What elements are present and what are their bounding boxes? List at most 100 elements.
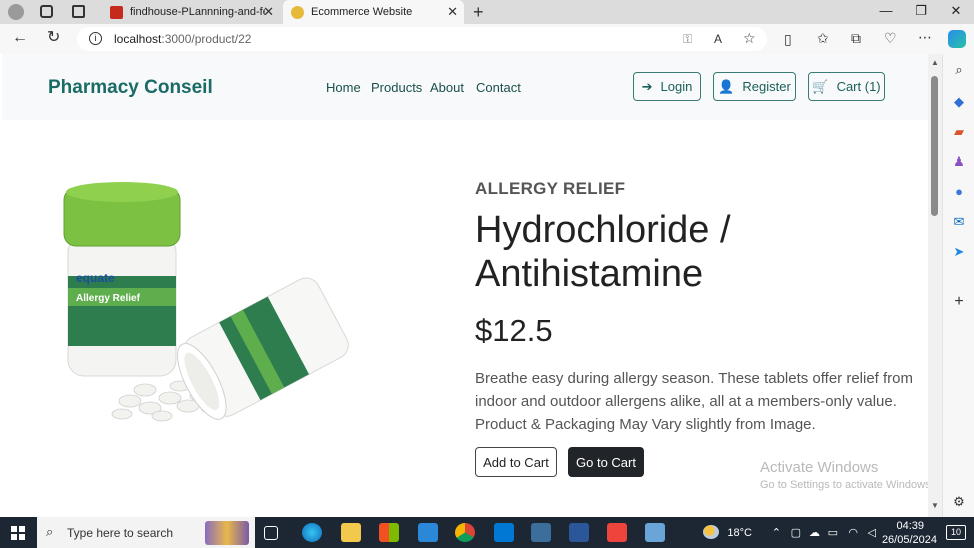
page-scrollbar[interactable]: ▲ ▼ bbox=[928, 54, 942, 517]
product-category: ALLERGY RELIEF bbox=[475, 179, 626, 198]
windows-taskbar: ⌕ Type here to search 18°C ⌃ ▢ ☁ ▭ ◠ ◁ 0… bbox=[0, 517, 974, 548]
back-icon[interactable]: ← bbox=[12, 30, 28, 46]
tools-icon[interactable]: ▰ bbox=[951, 124, 967, 140]
settings-gear-icon[interactable]: ⚙ bbox=[951, 494, 967, 510]
meet-icon[interactable]: ▢ bbox=[791, 526, 801, 539]
image-brand-text: equate bbox=[76, 271, 115, 285]
show-hidden-icons-icon[interactable]: ⌃ bbox=[772, 526, 781, 539]
image-label-text: Allergy Relief bbox=[76, 293, 141, 304]
search-icon[interactable]: ⌕ bbox=[951, 62, 967, 78]
profile-icon[interactable] bbox=[8, 4, 24, 20]
activate-windows-title: Activate Windows bbox=[760, 459, 879, 476]
url-bar[interactable]: i localhost:3000/product/22 ⚿ A ☆ bbox=[77, 27, 767, 51]
register-button[interactable]: 👤 Register bbox=[713, 72, 796, 101]
file-explorer-icon[interactable] bbox=[341, 523, 361, 542]
anydesk-icon[interactable] bbox=[607, 523, 627, 542]
site-brand-link[interactable]: Pharmacy Conseil bbox=[48, 77, 213, 99]
microsoft-store-icon[interactable] bbox=[379, 523, 399, 542]
nav-link-about[interactable]: About bbox=[430, 80, 464, 95]
browser-essentials-icon[interactable]: ♡ bbox=[884, 31, 897, 45]
sign-in-icon: ➔ bbox=[641, 78, 653, 94]
new-tab-button[interactable]: + bbox=[473, 2, 484, 23]
tab-actions-icon[interactable] bbox=[72, 5, 85, 18]
send-icon[interactable]: ➤ bbox=[951, 244, 967, 260]
restore-icon[interactable]: ❐ bbox=[911, 3, 931, 19]
login-button[interactable]: ➔ Login bbox=[633, 72, 701, 101]
product-title: Hydrochloride / Antihistamine bbox=[475, 209, 731, 295]
close-tab-icon[interactable]: ✕ bbox=[263, 5, 274, 18]
weather-icon[interactable] bbox=[703, 525, 719, 539]
product-price: $12.5 bbox=[475, 313, 553, 348]
cart-label: Cart (1) bbox=[836, 79, 881, 94]
edge-taskbar-icon[interactable] bbox=[302, 523, 322, 542]
scroll-up-icon[interactable]: ▲ bbox=[931, 58, 939, 67]
browser-tab-findhouse[interactable]: findhouse-PLannning-and-featur ✕ bbox=[102, 0, 280, 24]
nav-link-home[interactable]: Home bbox=[326, 80, 361, 95]
site-favicon-icon bbox=[291, 5, 304, 19]
collections-icon[interactable]: ⧉ bbox=[851, 31, 861, 45]
scrollbar-thumb[interactable] bbox=[931, 76, 938, 216]
favorite-star-icon[interactable]: ☆ bbox=[743, 31, 756, 45]
clock-time[interactable]: 04:39 bbox=[896, 520, 924, 532]
url-text[interactable]: localhost:3000/product/22 bbox=[114, 32, 251, 46]
register-label: Register bbox=[742, 79, 791, 94]
user-plus-icon: 👤 bbox=[718, 78, 735, 94]
minimize-icon[interactable]: — bbox=[876, 3, 896, 18]
refresh-icon[interactable]: ↻ bbox=[47, 30, 60, 46]
url-host: localhost bbox=[114, 32, 162, 46]
vscode-icon[interactable] bbox=[494, 523, 514, 542]
allergy-relief-bottles-image: equate Allergy Relief bbox=[63, 182, 349, 422]
tab-label: Ecommerce Website bbox=[311, 6, 413, 18]
more-menu-icon[interactable]: ⋯ bbox=[918, 30, 932, 44]
search-highlight-icon bbox=[205, 521, 249, 545]
clock-date[interactable]: 26/05/2024 bbox=[882, 534, 937, 546]
shopping-icon[interactable]: ◆ bbox=[951, 94, 967, 110]
notification-icon[interactable]: 10 bbox=[946, 525, 966, 540]
task-view-icon[interactable] bbox=[264, 526, 278, 540]
close-window-icon[interactable]: ✕ bbox=[946, 3, 966, 19]
browser-sidebar: ⌕ ◆ ▰ ♟ ● ✉ ➤ + ⚙ bbox=[942, 54, 974, 517]
temperature-text[interactable]: 18°C bbox=[727, 527, 752, 539]
games-icon[interactable]: ♟ bbox=[951, 154, 967, 170]
battery-icon[interactable]: ▭ bbox=[828, 526, 838, 539]
info-icon[interactable]: i bbox=[89, 32, 102, 45]
workspaces-icon[interactable] bbox=[40, 5, 53, 18]
nav-link-contact[interactable]: Contact bbox=[476, 80, 521, 95]
add-to-cart-button[interactable]: Add to Cart bbox=[475, 447, 557, 477]
copilot-icon[interactable] bbox=[948, 30, 966, 48]
scroll-down-icon[interactable]: ▼ bbox=[931, 501, 939, 510]
nav-link-products[interactable]: Products bbox=[371, 80, 422, 95]
notification-count: 10 bbox=[950, 527, 961, 537]
split-screen-icon[interactable]: ▯ bbox=[784, 32, 792, 46]
address-bar-row: ← ↻ i localhost:3000/product/22 ⚿ A ☆ ▯ … bbox=[0, 24, 974, 54]
taskbar-search-box[interactable]: ⌕ Type here to search bbox=[37, 517, 255, 548]
word-icon[interactable] bbox=[569, 523, 589, 542]
url-path: :3000/product/22 bbox=[161, 32, 252, 46]
product-description: Breathe easy during allergy season. Thes… bbox=[475, 370, 914, 433]
favorites-icon[interactable]: ✩ bbox=[817, 31, 829, 45]
browser-tab-ecommerce[interactable]: Ecommerce Website ✕ bbox=[283, 0, 464, 24]
chrome-icon[interactable] bbox=[455, 523, 475, 542]
windows-start-icon[interactable] bbox=[11, 526, 25, 540]
web-page: Pharmacy Conseil Home Products About Con… bbox=[2, 54, 928, 517]
key-icon[interactable]: ⚿ bbox=[683, 32, 692, 46]
onedrive-icon[interactable]: ☁ bbox=[809, 526, 820, 539]
read-aloud-icon[interactable]: A bbox=[714, 32, 722, 46]
search-icon: ⌕ bbox=[46, 524, 54, 539]
app-icon[interactable] bbox=[645, 523, 665, 542]
product-image: equate Allergy Relief bbox=[50, 176, 350, 436]
go-to-cart-button[interactable]: Go to Cart bbox=[568, 447, 644, 477]
close-tab-icon[interactable]: ✕ bbox=[447, 5, 458, 18]
wifi-icon[interactable]: ◠ bbox=[848, 526, 858, 539]
outlook-icon[interactable]: ✉ bbox=[951, 214, 967, 230]
login-label: Login bbox=[660, 79, 693, 94]
cart-button[interactable]: 🛒 Cart (1) bbox=[808, 72, 885, 101]
mail-icon[interactable] bbox=[418, 523, 438, 542]
browser-tab-strip: findhouse-PLannning-and-featur ✕ Ecommer… bbox=[0, 0, 974, 24]
pharmacy-app-icon[interactable] bbox=[531, 523, 551, 542]
volume-icon[interactable]: ◁ bbox=[868, 526, 876, 539]
add-sidebar-app-icon[interactable]: + bbox=[951, 294, 967, 310]
pdf-icon bbox=[110, 5, 123, 19]
microsoft-365-icon[interactable]: ● bbox=[951, 184, 967, 200]
tab-label: findhouse-PLannning-and-featur bbox=[130, 6, 265, 18]
